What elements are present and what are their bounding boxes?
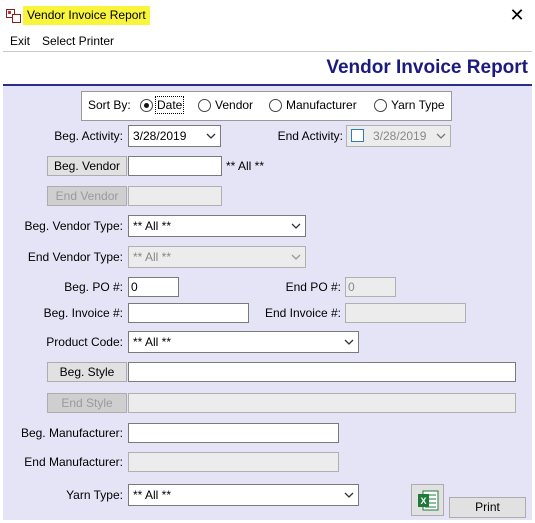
sort-yarn-type-label[interactable]: Yarn Type [391,97,445,113]
beg-style-button[interactable]: Beg. Style [47,362,127,382]
chevron-down-icon [206,133,216,139]
end-vendor-type-value: ** All ** [133,250,172,264]
close-button[interactable]: ✕ [505,4,529,28]
window-title: Vendor Invoice Report [23,6,150,25]
product-code-select[interactable]: ** All ** [128,331,359,353]
beg-manufacturer-input[interactable] [128,423,339,443]
sort-by-label: Sort By: [88,98,131,112]
sort-manufacturer-label[interactable]: Manufacturer [286,97,357,113]
end-invoice-input[interactable] [345,303,466,323]
sort-manufacturer-radio[interactable] [269,99,282,112]
sort-by-group: Sort By: Date Vendor Manufacturer Yarn T… [81,91,452,121]
menu-bar: Exit Select Printer [0,31,535,51]
beg-vendor-button[interactable]: Beg. Vendor [47,156,127,176]
menu-exit[interactable]: Exit [10,33,30,49]
end-style-input[interactable] [128,393,516,413]
beg-activity-label: Beg. Activity: [54,129,123,143]
sort-vendor-label[interactable]: Vendor [215,97,253,113]
end-vendor-type-label: End Vendor Type: [27,250,123,264]
beg-vendor-type-value: ** All ** [133,219,172,233]
yarn-type-value: ** All ** [133,488,172,502]
sort-yarn-type-radio[interactable] [374,99,387,112]
end-vendor-input[interactable] [128,186,222,206]
beg-vendor-all-note: ** All ** [226,159,265,173]
beg-activity-date[interactable]: 3/28/2019 [128,125,221,147]
chevron-down-icon [436,133,446,139]
end-po-label: End PO #: [285,280,341,294]
end-activity-label: End Activity: [277,129,343,143]
end-vendor-type-select[interactable]: ** All ** [128,246,306,268]
yarn-type-label: Yarn Type: [66,488,123,502]
sort-date-radio[interactable] [140,99,153,112]
end-style-button[interactable]: End Style [47,393,127,413]
svg-text:X: X [420,496,426,506]
chevron-down-icon [344,492,354,498]
chevron-down-icon [344,339,354,345]
title-bar: Vendor Invoice Report ✕ [0,0,535,31]
report-header: Vendor Invoice Report [3,51,532,84]
beg-po-input[interactable]: 0 [128,277,179,297]
excel-icon: X [418,490,439,511]
report-heading: Vendor Invoice Report [326,57,528,78]
beg-activity-value: 3/28/2019 [133,129,187,143]
end-activity-value: 3/28/2019 [373,129,427,143]
end-manufacturer-input[interactable] [128,452,339,472]
beg-invoice-label: Beg. Invoice #: [43,306,123,320]
app-icon [6,9,21,23]
beg-vendor-type-label: Beg. Vendor Type: [24,219,123,233]
sort-date-label[interactable]: Date [154,96,185,114]
form-panel: Sort By: Date Vendor Manufacturer Yarn T… [3,84,532,520]
end-invoice-label: End Invoice #: [264,306,341,320]
yarn-type-select[interactable]: ** All ** [128,484,359,506]
beg-vendor-type-select[interactable]: ** All ** [128,215,306,237]
beg-po-label: Beg. PO #: [64,280,123,294]
end-manufacturer-label: End Manufacturer: [24,455,123,469]
beg-style-input[interactable] [128,362,516,382]
product-code-value: ** All ** [133,335,172,349]
beg-manufacturer-label: Beg. Manufacturer: [20,426,123,440]
sort-vendor-radio[interactable] [198,99,211,112]
chevron-down-icon [291,223,301,229]
beg-vendor-input[interactable] [128,156,222,176]
beg-invoice-input[interactable] [128,303,249,323]
excel-export-button[interactable]: X [411,484,444,516]
end-vendor-button[interactable]: End Vendor [47,186,127,206]
chevron-down-icon [291,254,301,260]
product-code-label: Product Code: [46,335,123,349]
end-activity-date[interactable]: 3/28/2019 [346,125,451,147]
end-activity-checkbox[interactable] [351,129,364,142]
menu-select-printer[interactable]: Select Printer [42,33,114,49]
print-button[interactable]: Print [449,497,526,518]
end-po-input[interactable]: 0 [345,277,396,297]
